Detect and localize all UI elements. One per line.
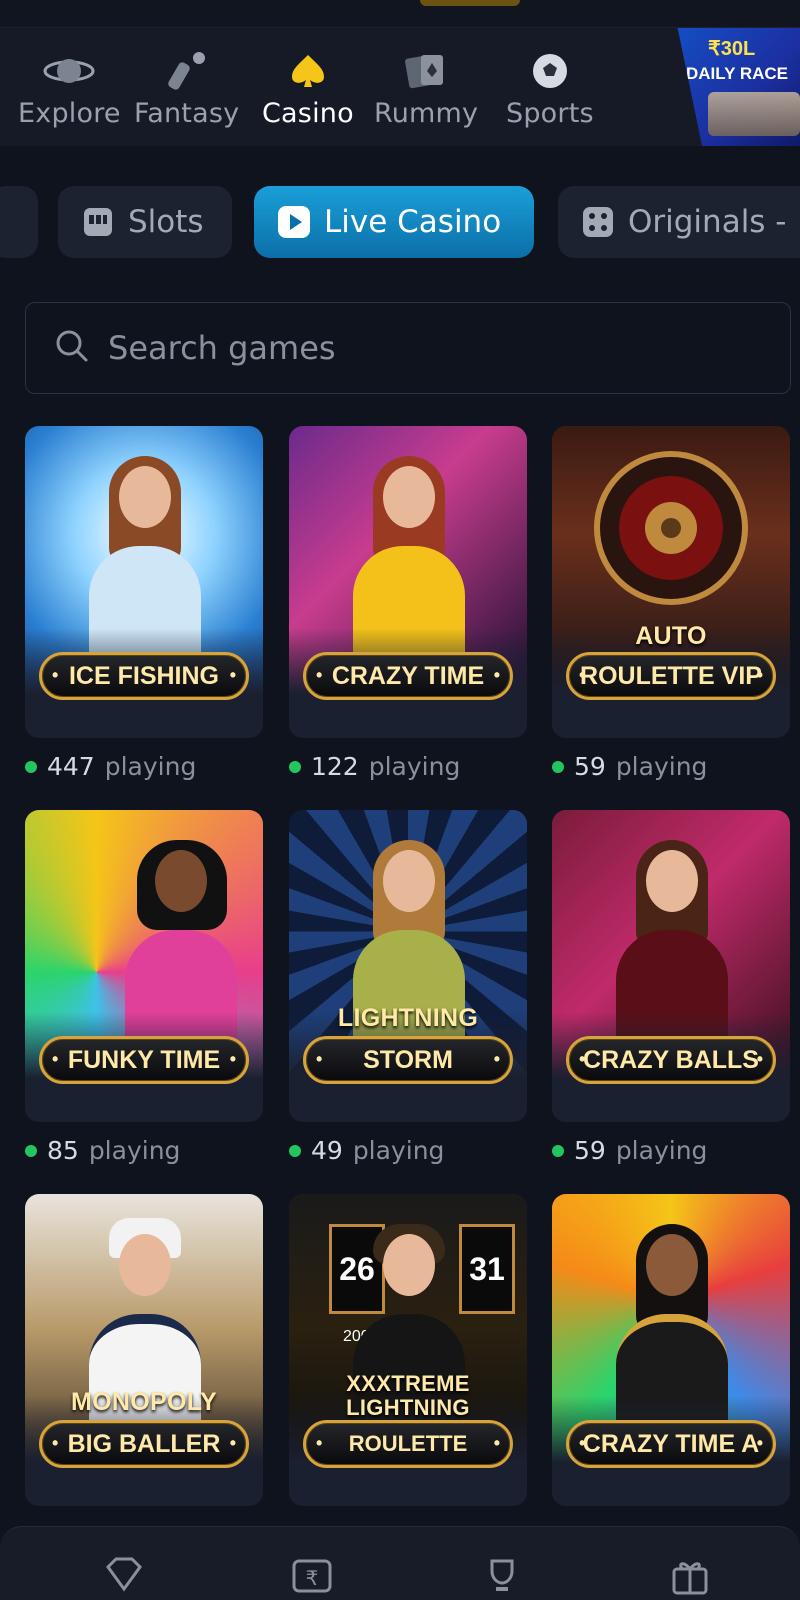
player-count-value: 59 (574, 752, 606, 781)
player-count-value: 122 (311, 752, 359, 781)
nav-label: Explore (18, 98, 121, 129)
online-dot (289, 1144, 301, 1157)
game-card[interactable]: MONOPOLY BIG BALLER (25, 1194, 263, 1506)
game-title-top: XXXTREME LIGHTNING (346, 1371, 470, 1420)
search-icon (54, 328, 90, 368)
player-count-label: playing (615, 752, 708, 781)
chip-originals[interactable]: Originals - (558, 186, 800, 258)
player-count: 447 playing (25, 752, 263, 781)
game-card[interactable]: CRAZY TIME (289, 426, 527, 738)
nav-item-casino[interactable]: Casino (262, 50, 354, 129)
game-title-plate: STORM (303, 1036, 513, 1084)
online-dot (289, 760, 301, 773)
game-title-plate: CRAZY BALLS (566, 1036, 776, 1084)
online-dot (552, 1144, 564, 1157)
play-icon (276, 204, 312, 240)
slot-machine-icon (80, 204, 116, 240)
top-strip (0, 0, 800, 28)
chip-slots[interactable]: Slots (58, 186, 232, 258)
game-card[interactable]: LIGHTNING STORM (289, 810, 527, 1122)
filter-chips: Slots Live Casino Originals - (0, 186, 800, 258)
nav-label: Rummy (374, 98, 479, 129)
player-count: 122 playing (289, 752, 527, 781)
game-tile[interactable]: AUTO ROULETTE VIP 59 playing (552, 426, 790, 781)
online-dot (25, 1144, 37, 1157)
game-title-plate: CRAZY TIME A (566, 1420, 776, 1468)
game-title-plate: CRAZY TIME (303, 652, 513, 700)
game-title-plate: FUNKY TIME (39, 1036, 249, 1084)
game-tile[interactable]: CRAZY BALLS 59 playing (552, 810, 790, 1165)
player-count: 59 playing (552, 752, 790, 781)
game-title-top: LIGHTNING (337, 1004, 479, 1032)
game-card[interactable]: 26 31 200 XXXTREME LIGHTNING ROULETTE (289, 1194, 527, 1506)
online-dot (25, 760, 37, 773)
search-input[interactable] (108, 329, 728, 367)
top-glow (420, 0, 520, 6)
svg-text:₹: ₹ (306, 1566, 319, 1590)
nav-label: Fantasy (134, 98, 240, 129)
player-count-value: 85 (47, 1136, 79, 1165)
game-card[interactable]: ICE FISHING (25, 426, 263, 738)
player-count-label: playing (104, 752, 197, 781)
player-count-value: 49 (311, 1136, 343, 1165)
planet-icon (43, 50, 95, 92)
player-count-label: playing (368, 752, 461, 781)
game-tile[interactable]: LIGHTNING STORM 49 playing (289, 810, 527, 1165)
player-count-label: playing (352, 1136, 445, 1165)
nav-label: Casino (262, 98, 354, 129)
category-nav: Explore Fantasy Casino Rummy Sports ₹30L… (0, 28, 800, 146)
game-tile[interactable]: 26 31 200 XXXTREME LIGHTNING ROULETTE (289, 1194, 527, 1506)
race-cars-image (708, 92, 800, 136)
game-card[interactable]: CRAZY BALLS (552, 810, 790, 1122)
cricket-bat-icon (165, 50, 209, 92)
player-count-label: playing (88, 1136, 181, 1165)
nav-item-rummy[interactable]: Rummy (374, 50, 478, 129)
dice-icon (580, 204, 616, 240)
game-title-top: AUTO (635, 622, 707, 650)
nav-item-fantasy[interactable]: Fantasy (134, 50, 239, 129)
chip-label: Live Casino (324, 204, 502, 240)
player-count-value: 59 (574, 1136, 606, 1165)
chip-partial[interactable] (0, 186, 38, 258)
nav-label: Sports (506, 98, 594, 129)
chip-live-casino[interactable]: Live Casino (254, 186, 534, 258)
game-tile[interactable]: MONOPOLY BIG BALLER (25, 1194, 263, 1506)
search-bar[interactable] (25, 302, 791, 394)
game-tile[interactable]: FUNKY TIME 85 playing (25, 810, 263, 1165)
game-title-plate: ROULETTE VIP (566, 652, 776, 700)
score-right: 31 (459, 1224, 515, 1314)
gift-icon[interactable] (668, 1555, 712, 1595)
player-count-value: 447 (47, 752, 95, 781)
football-icon (530, 50, 570, 92)
race-label: DAILY RACE (686, 64, 789, 83)
chip-label: Slots (128, 204, 204, 240)
spade-icon (288, 50, 328, 92)
player-count: 59 playing (552, 1136, 790, 1165)
game-title-top: MONOPOLY (71, 1388, 217, 1416)
trophy-icon[interactable] (480, 1555, 524, 1595)
nav-item-sports[interactable]: Sports (506, 50, 594, 129)
bottom-nav: ₹ (0, 1526, 800, 1600)
game-card[interactable]: CRAZY TIME A (552, 1194, 790, 1506)
nav-item-explore[interactable]: Explore (18, 50, 121, 129)
player-count: 85 playing (25, 1136, 263, 1165)
player-count: 49 playing (289, 1136, 527, 1165)
game-card[interactable]: FUNKY TIME (25, 810, 263, 1122)
game-tile[interactable]: CRAZY TIME A (552, 1194, 790, 1506)
game-title-plate: ICE FISHING (39, 652, 249, 700)
player-count-label: playing (615, 1136, 708, 1165)
game-title-plate: BIG BALLER (39, 1420, 249, 1468)
diamond-icon[interactable] (102, 1555, 146, 1595)
roulette-wheel-image (594, 451, 748, 605)
chip-label: Originals - (628, 204, 787, 240)
game-title-plate: ROULETTE (303, 1420, 513, 1468)
game-card[interactable]: AUTO ROULETTE VIP (552, 426, 790, 738)
cards-icon (403, 50, 449, 92)
daily-race-banner[interactable]: ₹30L DAILY RACE (677, 28, 800, 146)
race-amount: ₹30L (708, 38, 756, 60)
game-tile[interactable]: ICE FISHING 447 playing (25, 426, 263, 781)
game-tile[interactable]: CRAZY TIME 122 playing (289, 426, 527, 781)
online-dot (552, 760, 564, 773)
rupee-card-icon[interactable]: ₹ (290, 1555, 334, 1595)
